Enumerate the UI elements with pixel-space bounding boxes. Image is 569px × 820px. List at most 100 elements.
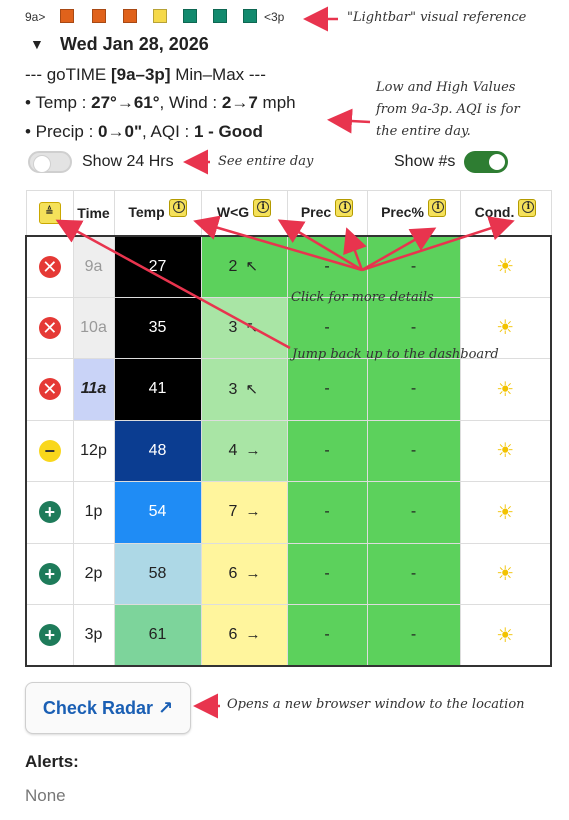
status-cell: ✕ bbox=[25, 296, 74, 359]
cond-header[interactable]: Cond. i bbox=[459, 190, 552, 236]
prec-pct-header[interactable]: Prec% i bbox=[366, 190, 461, 236]
cond-cell[interactable]: ☀ bbox=[459, 358, 552, 421]
show-numbers-toggle[interactable] bbox=[464, 151, 508, 173]
time-cell: 9a bbox=[72, 235, 115, 298]
table-row[interactable]: ✕ 9a 27 2 ↖ - - ☀ bbox=[25, 235, 552, 298]
lightbar-start-label: 9a> bbox=[25, 10, 46, 24]
toggle-knob bbox=[489, 154, 505, 170]
prec-pct-cell[interactable]: - bbox=[366, 481, 461, 544]
summary-annotation-3: the entire day. bbox=[376, 124, 471, 139]
wind-cell[interactable]: 3 ↖ bbox=[200, 296, 288, 359]
wind-direction-icon: ↖ bbox=[245, 258, 259, 275]
click-details-annotation: Click for more details bbox=[291, 290, 434, 305]
wind-value: 6 bbox=[228, 626, 238, 643]
jump-to-dashboard-header[interactable]: ≜ bbox=[25, 190, 74, 236]
prec-pct-value: - bbox=[410, 626, 417, 643]
summary-title: --- goTIME [9a–3p] Min–Max --- bbox=[25, 65, 266, 85]
temp-cell[interactable]: 58 bbox=[113, 542, 202, 605]
table-row[interactable]: ✕ 11a 41 3 ↖ - - ☀ bbox=[25, 358, 552, 421]
prec-header-label: Prec bbox=[300, 203, 332, 220]
wind-cell[interactable]: 4 → bbox=[200, 419, 288, 482]
sun-icon: ☀ bbox=[496, 256, 515, 278]
prec-pct-cell[interactable]: - bbox=[366, 358, 461, 421]
temp-cell[interactable]: 54 bbox=[113, 481, 202, 544]
wind-value: 6 bbox=[228, 564, 238, 582]
prec-cell[interactable]: - bbox=[286, 604, 368, 667]
prec-cell[interactable]: - bbox=[286, 542, 368, 605]
show-numbers-label: Show #s bbox=[394, 153, 456, 170]
table-row[interactable]: +1p 54 7 → - - ☀ bbox=[25, 481, 552, 544]
temp-header-label: Temp bbox=[128, 203, 165, 220]
prec-pct-cell[interactable]: - bbox=[366, 604, 461, 667]
prec-pct-cell[interactable]: - bbox=[366, 419, 461, 482]
info-icon[interactable]: i bbox=[168, 198, 187, 217]
prec-cell[interactable]: - bbox=[286, 419, 368, 482]
wind-direction-icon: ↖ bbox=[245, 319, 259, 337]
table-row[interactable]: +3p 61 6 → - - ☀ bbox=[25, 604, 552, 667]
temp-cell[interactable]: 41 bbox=[113, 358, 202, 421]
temp-cell[interactable]: 27 bbox=[113, 235, 202, 298]
summary-title-post: Min–Max --- bbox=[170, 65, 266, 84]
time-cell: 12p bbox=[72, 419, 115, 482]
collapse-triangle-icon[interactable]: ▼ bbox=[30, 36, 44, 52]
cond-cell[interactable]: ☀ bbox=[459, 419, 552, 482]
prec-cell[interactable]: - bbox=[286, 481, 368, 544]
temp-value: 27 bbox=[148, 257, 167, 275]
temp-cell[interactable]: 48 bbox=[113, 419, 202, 482]
sun-icon: ☀ bbox=[496, 624, 515, 647]
temp-cell[interactable]: 35 bbox=[113, 296, 202, 359]
toggle-knob bbox=[33, 155, 51, 173]
table-row[interactable]: +2p 58 6 → - - ☀ bbox=[25, 542, 552, 605]
wind-cell[interactable]: 2 ↖ bbox=[200, 235, 288, 298]
wind-direction-icon: ↖ bbox=[245, 380, 259, 398]
wind-header[interactable]: W<G i bbox=[200, 190, 288, 236]
temp-value: 35 bbox=[148, 318, 167, 336]
info-icon[interactable]: i bbox=[335, 198, 354, 217]
prec-pct-header-label: Prec% bbox=[381, 203, 424, 220]
info-icon[interactable]: i bbox=[427, 198, 446, 217]
prec-pct-cell[interactable]: - bbox=[366, 235, 461, 298]
wind-value: 3 bbox=[228, 319, 238, 337]
prec-value: - bbox=[324, 503, 330, 521]
prec-cell[interactable]: - bbox=[286, 358, 368, 421]
prec-header[interactable]: Prec i bbox=[286, 190, 368, 236]
show-24hrs-toggle[interactable] bbox=[28, 151, 72, 173]
prec-pct-cell[interactable]: - bbox=[366, 542, 461, 605]
summary-annotation-2: from 9a-3p. AQI is for bbox=[376, 102, 520, 117]
wind-cell[interactable]: 3 ↖ bbox=[200, 358, 288, 421]
jump-up-icon[interactable]: ≜ bbox=[38, 201, 61, 224]
check-radar-button[interactable]: Check Radar ↗ bbox=[25, 682, 191, 734]
wind-value: 3 bbox=[228, 380, 238, 398]
wind-value: 2 bbox=[228, 258, 238, 275]
alerts-heading: Alerts: bbox=[25, 752, 79, 771]
time-header-label: Time bbox=[77, 204, 110, 221]
prec-value: - bbox=[324, 380, 330, 398]
temp-value: 54 bbox=[148, 503, 167, 521]
time-value: 9a bbox=[84, 257, 103, 275]
cond-cell[interactable]: ☀ bbox=[459, 542, 552, 605]
status-cell: ✕ bbox=[25, 235, 74, 298]
table-row[interactable]: −12p 48 4 → - - ☀ bbox=[25, 419, 552, 482]
alerts-value: None bbox=[25, 786, 66, 805]
temp-cell[interactable]: 61 bbox=[113, 604, 202, 667]
time-header: Time bbox=[72, 190, 115, 236]
temp-header[interactable]: Temp i bbox=[113, 190, 202, 236]
cond-cell[interactable]: ☀ bbox=[459, 481, 552, 544]
sun-icon: ☀ bbox=[496, 563, 515, 586]
wind-cell[interactable]: 6 → bbox=[200, 542, 288, 605]
x-circle-icon: ✕ bbox=[38, 378, 61, 401]
prec-cell[interactable]: - bbox=[286, 235, 368, 298]
lightbar-square bbox=[153, 9, 167, 23]
wind-direction-icon: → bbox=[245, 503, 261, 521]
prec-pct-value: - bbox=[410, 503, 417, 521]
cond-cell[interactable]: ☀ bbox=[459, 604, 552, 667]
time-value: 1p bbox=[84, 503, 103, 521]
info-icon[interactable]: i bbox=[253, 198, 272, 217]
info-icon[interactable]: i bbox=[518, 198, 537, 217]
wind-range-value: 2→7 bbox=[221, 93, 258, 112]
cond-cell[interactable]: ☀ bbox=[459, 235, 552, 298]
wind-cell[interactable]: 7 → bbox=[200, 481, 288, 544]
time-cell: 2p bbox=[72, 542, 115, 605]
wind-cell[interactable]: 6 → bbox=[200, 604, 288, 667]
time-value: 2p bbox=[84, 564, 103, 582]
